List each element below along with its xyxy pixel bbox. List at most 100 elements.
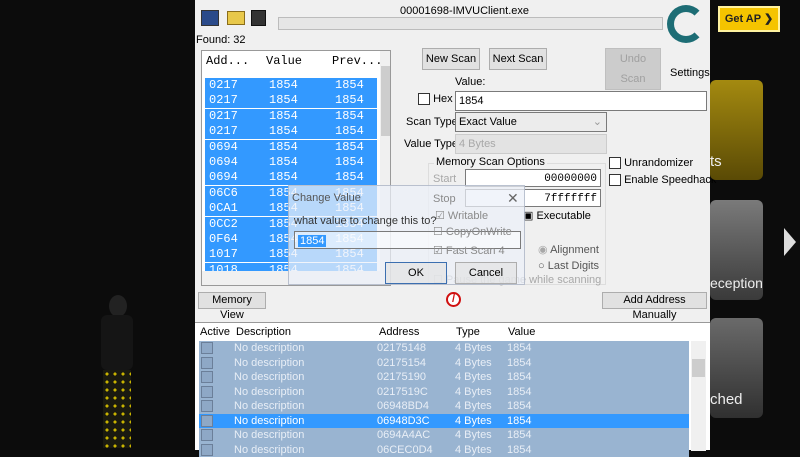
active-checkbox[interactable] xyxy=(201,429,213,441)
column-address[interactable]: Address xyxy=(379,326,419,338)
row-value: 1854 xyxy=(507,385,531,399)
address-row[interactable]: No description06948D3C4 Bytes1854 xyxy=(199,414,689,429)
ce-logo-settings[interactable] xyxy=(667,5,705,43)
row-type: 4 Bytes xyxy=(455,341,492,355)
speedhack-checkbox[interactable]: Enable Speedhack xyxy=(609,174,716,186)
row-value: 1854 xyxy=(507,370,531,384)
column-address[interactable]: Add... xyxy=(206,54,249,68)
fast-scan-checkbox[interactable]: ☑ Fast Scan 4 xyxy=(433,244,505,257)
row-address: 0217519C xyxy=(377,385,428,399)
value-input[interactable]: 1854 xyxy=(455,91,707,111)
dialog-cancel-button[interactable]: Cancel xyxy=(455,262,517,284)
column-value[interactable]: Value xyxy=(266,54,302,68)
folder-open-icon[interactable] xyxy=(227,11,245,25)
row-address: 1017 xyxy=(209,247,238,262)
row-address: 06948D3C xyxy=(377,414,430,428)
row-address: 0217 xyxy=(209,93,238,108)
executable-checkbox[interactable]: ▣ Executable xyxy=(523,209,591,222)
scan-result-row[interactable]: 069418541854 xyxy=(205,155,377,170)
hex-checkbox[interactable]: Hex xyxy=(418,93,453,105)
scan-result-row[interactable]: 021718541854 xyxy=(205,124,377,139)
writable-checkbox[interactable]: ☑ Writable xyxy=(435,209,488,222)
memory-view-button[interactable]: Memory View xyxy=(198,292,266,309)
scan-result-row[interactable]: 021718541854 xyxy=(205,109,377,124)
row-address: 06C6 xyxy=(209,186,238,201)
row-previous: 1854 xyxy=(335,124,364,139)
address-row[interactable]: No description 02175190 4 Bytes 1854 xyxy=(199,370,689,385)
next-scan-button[interactable]: Next Scan xyxy=(489,48,547,70)
active-checkbox[interactable] xyxy=(201,357,213,369)
column-value[interactable]: Value xyxy=(508,326,535,338)
address-row[interactable]: No description021751484 Bytes1854 xyxy=(199,341,689,356)
row-description: No description xyxy=(234,385,304,399)
cheat-engine-window: 00001698-IMVUClient.exe Found: 32 Settin… xyxy=(195,0,710,450)
scan-result-row[interactable]: 069418541854 xyxy=(205,170,377,185)
open-process-icon[interactable] xyxy=(201,10,219,26)
found-count: Found: 32 xyxy=(196,34,246,46)
row-value: 1854 xyxy=(269,170,298,185)
value-type-label: Value Type xyxy=(404,138,458,150)
row-value: 1854 xyxy=(269,140,298,155)
row-address: 0217 xyxy=(209,109,238,124)
stop-icon[interactable]: / xyxy=(446,292,461,307)
row-address: 0217 xyxy=(209,78,238,93)
dialog-prompt: what value to change this to? xyxy=(294,215,436,227)
row-type: 4 Bytes xyxy=(455,385,492,399)
row-address: 02175148 xyxy=(377,341,426,355)
game-tile-gifts[interactable]: ts xyxy=(710,80,763,180)
copy-on-write-checkbox[interactable]: ☐ CopyOnWrite xyxy=(433,225,512,238)
get-ap-button[interactable]: Get AP ❯ xyxy=(718,6,780,32)
add-address-manually-button[interactable]: Add Address Manually xyxy=(602,292,707,309)
column-previous[interactable]: Prev... xyxy=(332,54,382,68)
row-description: No description xyxy=(234,414,304,428)
floppy-disk-icon[interactable] xyxy=(251,10,266,26)
value-type-select[interactable]: 4 Bytes xyxy=(455,134,607,154)
game-tile-reception[interactable]: eception xyxy=(710,200,763,300)
scan-result-row[interactable]: 021718541854 xyxy=(205,93,377,108)
row-address: 0694 xyxy=(209,170,238,185)
undo-scan-button[interactable]: Undo Scan xyxy=(605,48,661,90)
unrandomizer-checkbox[interactable]: Unrandomizer xyxy=(609,157,693,169)
row-type: 4 Bytes xyxy=(455,399,492,413)
row-value: 1854 xyxy=(507,428,531,442)
address-row[interactable]: No description0694A4AC4 Bytes1854 xyxy=(199,428,689,443)
memory-scan-options-title: Memory Scan Options xyxy=(434,156,547,168)
row-value: 1854 xyxy=(269,78,298,93)
active-checkbox[interactable] xyxy=(201,371,213,383)
row-value: 1854 xyxy=(269,124,298,139)
column-description[interactable]: Description xyxy=(236,326,291,338)
active-checkbox[interactable] xyxy=(201,342,213,354)
row-address: 0CC2 xyxy=(209,217,238,232)
active-checkbox[interactable] xyxy=(201,400,213,412)
close-icon[interactable]: ✕ xyxy=(507,190,519,207)
column-active[interactable]: Active xyxy=(200,326,230,338)
row-description: No description xyxy=(234,370,304,384)
settings-label[interactable]: Settings xyxy=(670,67,710,79)
address-list-scrollbar[interactable] xyxy=(691,341,706,451)
active-checkbox[interactable] xyxy=(201,386,213,398)
address-row[interactable]: No description021751544 Bytes1854 xyxy=(199,356,689,371)
new-scan-button[interactable]: New Scan xyxy=(422,48,480,70)
row-description: No description xyxy=(234,428,304,442)
row-address: 02175190 xyxy=(377,370,426,384)
last-digits-radio[interactable]: ○ Last Digits xyxy=(538,260,599,272)
row-previous: 1854 xyxy=(335,109,364,124)
row-previous: 1854 xyxy=(335,93,364,108)
game-tile-matched[interactable]: ched xyxy=(710,318,763,418)
next-arrow-icon[interactable] xyxy=(784,228,796,256)
row-previous: 1854 xyxy=(335,155,364,170)
row-value: 1854 xyxy=(507,356,531,370)
address-row[interactable]: No description 0217519C 4 Bytes 1854 xyxy=(199,385,689,400)
alignment-radio[interactable]: ◉ Alignment xyxy=(538,243,599,256)
address-list[interactable]: Active Description Address Type Value No… xyxy=(195,322,710,450)
scan-result-row[interactable]: 069418541854 xyxy=(205,140,377,155)
row-description: No description xyxy=(234,341,304,355)
active-checkbox[interactable] xyxy=(201,415,213,427)
scan-type-select[interactable]: Exact Value⌄ xyxy=(455,112,607,132)
row-type: 4 Bytes xyxy=(455,370,492,384)
address-row[interactable]: No description06948BD44 Bytes1854 xyxy=(199,399,689,414)
dialog-ok-button[interactable]: OK xyxy=(385,262,447,284)
progress-bar xyxy=(278,17,663,30)
column-type[interactable]: Type xyxy=(456,326,480,338)
scan-result-row[interactable]: 021718541854 xyxy=(205,78,377,93)
